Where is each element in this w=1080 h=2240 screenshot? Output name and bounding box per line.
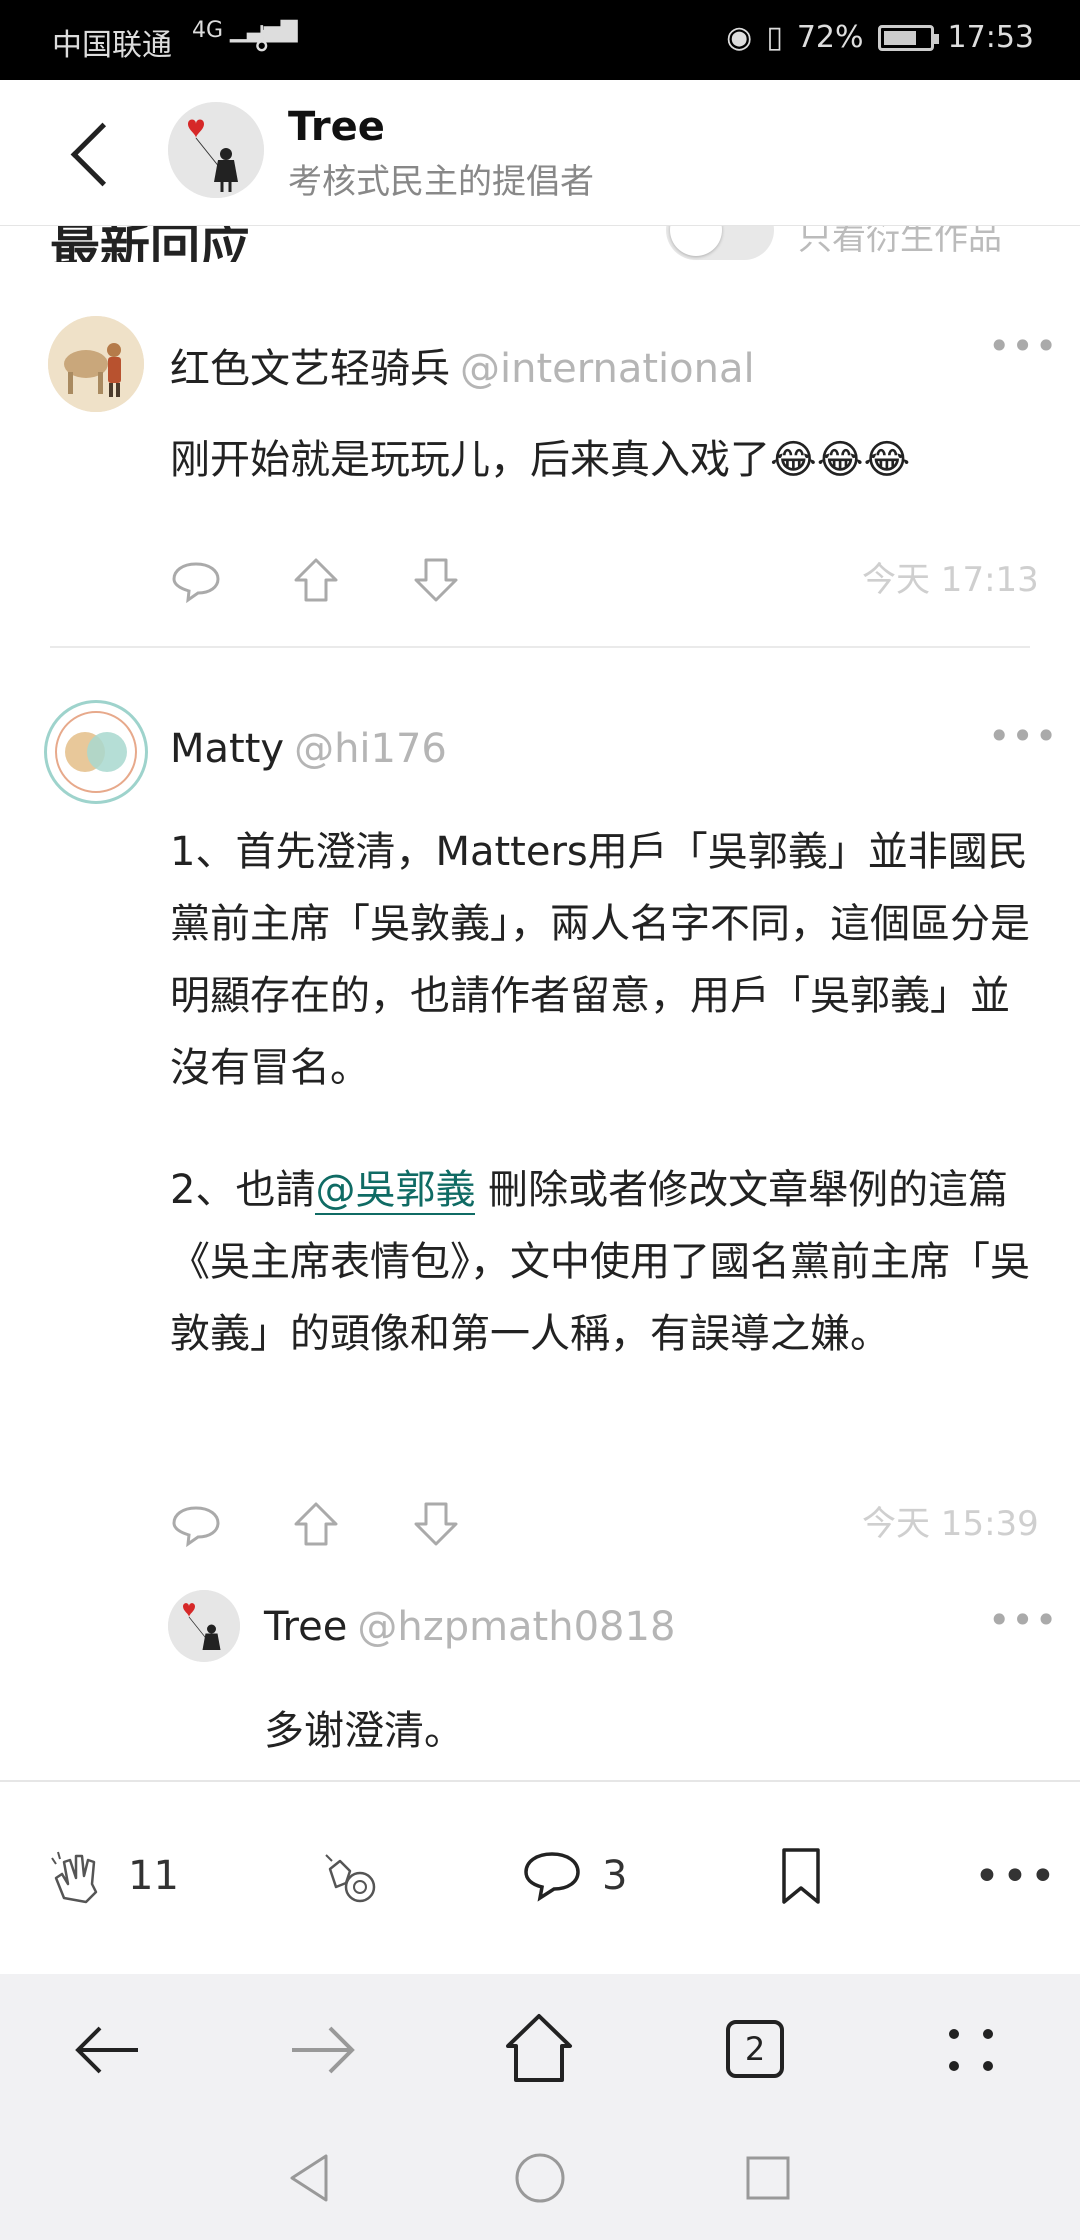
clap-button[interactable]: 11: [46, 1836, 179, 1916]
status-bar: 中国联通 4G ▁▃▅▇ ⚷ ◉ ▯ 72% 17:53: [0, 0, 1080, 80]
more-icon[interactable]: •••: [988, 327, 1058, 365]
menu-dots-icon[interactable]: [926, 2004, 1016, 2094]
arrow-down-icon[interactable]: [406, 550, 466, 610]
reply-avatar[interactable]: [168, 1590, 240, 1662]
carrier-label: 中国联通: [52, 28, 172, 63]
comment-time: 今天 17:13: [862, 560, 1039, 600]
author-avatar[interactable]: [168, 102, 264, 198]
reply-author-line: Tree @hzpmath0818: [264, 1604, 675, 1650]
comment-bubble-icon: [524, 1852, 580, 1902]
comment-count: 3: [602, 1853, 628, 1899]
clap-icon: [51, 1851, 98, 1904]
eye-icon: ◉: [726, 20, 753, 55]
comments-button[interactable]: 3: [520, 1836, 627, 1916]
nav-back-icon[interactable]: [282, 2148, 342, 2208]
home-icon[interactable]: [494, 2004, 584, 2094]
browser-toolbar: 2: [0, 1974, 1080, 2120]
comment-time: 今天 15:39: [862, 1504, 1039, 1544]
comment-text: 刚开始就是玩玩儿，后来真入戏了😂😂😂: [170, 437, 911, 483]
comment-paragraph-2: 2、也請@吳郭義 刪除或者修改文章舉例的這篇《吳主席表情包》，文中使用了國名黨前…: [170, 1154, 1032, 1370]
nav-home-icon[interactable]: [510, 2148, 570, 2208]
page-subtitle: 考核式民主的提倡者: [288, 162, 594, 202]
comment-bubble-icon[interactable]: [166, 550, 226, 610]
paragraph-text: 2、也請: [170, 1167, 316, 1213]
bookmark-icon: [782, 1848, 820, 1904]
comment-paragraph-1: 1、首先澄清，Matters用戶「吳郭義」並非國民黨前主席「吳敦義」，兩人名字不…: [170, 829, 1030, 1091]
donate-icon: [325, 1854, 376, 1903]
comment-bubble-icon[interactable]: [166, 1494, 226, 1554]
key-icon: ⚷: [250, 18, 274, 56]
comment-item: 红色文艺轻骑兵 @international ••• 刚开始就是玩玩儿，后来真入戏…: [0, 300, 1080, 660]
divider: [50, 646, 1030, 648]
arrow-up-icon[interactable]: [286, 1494, 346, 1554]
comment-actions: [166, 550, 466, 610]
commenter-avatar[interactable]: [48, 316, 144, 412]
commenter-handle[interactable]: @international: [460, 346, 755, 392]
commenter-avatar[interactable]: [44, 700, 148, 804]
reply-text: 多谢澄清。: [264, 1708, 464, 1754]
bookmark-button[interactable]: [776, 1836, 826, 1916]
comment-item: Matty @hi176 ••• 1、首先澄清，Matters用戶「吳郭義」並非國…: [0, 690, 1080, 1780]
battery-icon: [877, 24, 939, 51]
commenter-name[interactable]: Matty: [170, 726, 284, 772]
clap-count: 11: [128, 1853, 179, 1899]
article-header: Tree 考核式民主的提倡者: [0, 80, 1080, 226]
browser-forward-icon[interactable]: [278, 2004, 368, 2094]
reply-author-name[interactable]: Tree: [264, 1604, 347, 1650]
tab-count: 2: [726, 2020, 784, 2078]
arrow-down-icon[interactable]: [406, 1494, 466, 1554]
commenter-handle[interactable]: @hi176: [294, 726, 447, 772]
arrow-up-icon[interactable]: [286, 550, 346, 610]
commenter-name[interactable]: 红色文艺轻骑兵: [170, 346, 450, 392]
comment-actions: [166, 1494, 466, 1554]
back-button[interactable]: [62, 116, 122, 192]
browser-back-icon[interactable]: [62, 2004, 152, 2094]
commenter-line: 红色文艺轻骑兵 @international: [170, 336, 755, 394]
more-icon[interactable]: •••: [988, 717, 1058, 755]
vibrate-icon: ▯: [766, 20, 783, 55]
system-nav-bar: [0, 2120, 1080, 2240]
commenter-line: Matty @hi176: [170, 726, 447, 772]
article-toolbar: 11 3 •••: [0, 1780, 1080, 1974]
tabs-button[interactable]: 2: [726, 2020, 816, 2110]
page-title[interactable]: Tree: [288, 104, 385, 150]
donate-button[interactable]: [316, 1836, 386, 1916]
more-icon[interactable]: •••: [974, 1836, 1058, 1916]
more-icon[interactable]: •••: [988, 1601, 1058, 1639]
nav-recents-icon[interactable]: [738, 2148, 798, 2208]
network-label: 4G ▁▃▅▇: [192, 18, 298, 43]
reply-author-handle[interactable]: @hzpmath0818: [357, 1604, 675, 1650]
clock: 17:53: [947, 20, 1034, 55]
user-mention-link[interactable]: @吳郭義: [315, 1167, 476, 1215]
battery-percent: 72%: [796, 20, 864, 55]
